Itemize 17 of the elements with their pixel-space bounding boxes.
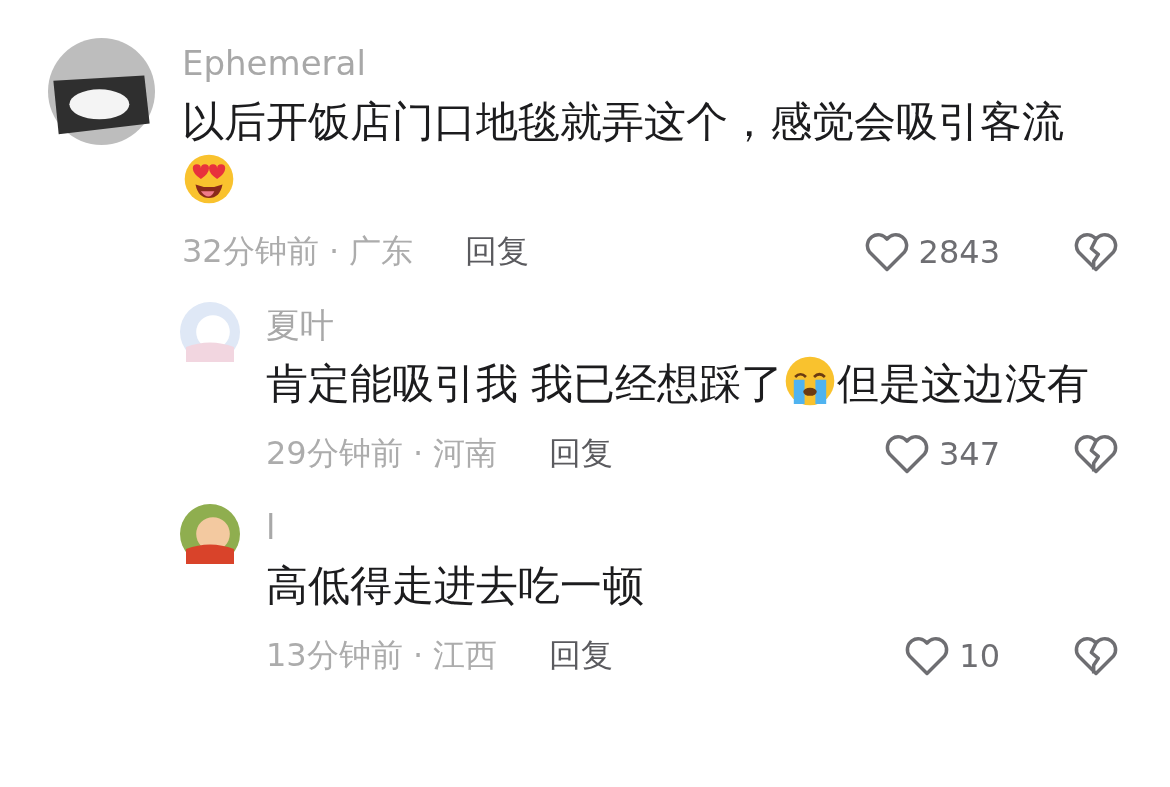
emoji-icon — [182, 152, 236, 206]
time-location: 32分钟前 · 广东 — [182, 231, 414, 272]
like-count: 10 — [959, 637, 1000, 675]
comment-text: 以后开饭店门口地毯就弄这个，感觉会吸引客流 — [182, 92, 1102, 212]
comment-text: 肯定能吸引我 我已经想踩了 但是这边没有 — [266, 354, 1116, 414]
time-location: 29分钟前 · 河南 — [266, 433, 498, 474]
like-count: 2843 — [918, 233, 1000, 271]
broken-heart-icon[interactable] — [1072, 635, 1120, 677]
broken-heart-icon[interactable] — [1072, 433, 1120, 475]
reply-button[interactable]: 回复 — [465, 230, 530, 274]
like-count: 347 — [938, 435, 1000, 473]
comment-text: 高低得走进去吃一顿 — [266, 560, 645, 612]
broken-heart-icon[interactable] — [1072, 231, 1120, 273]
reply-button[interactable]: 回复 — [549, 432, 614, 476]
reply-button[interactable]: 回复 — [549, 634, 614, 678]
avatar[interactable] — [48, 38, 155, 145]
time-location: 13分钟前 · 江西 — [266, 635, 498, 676]
